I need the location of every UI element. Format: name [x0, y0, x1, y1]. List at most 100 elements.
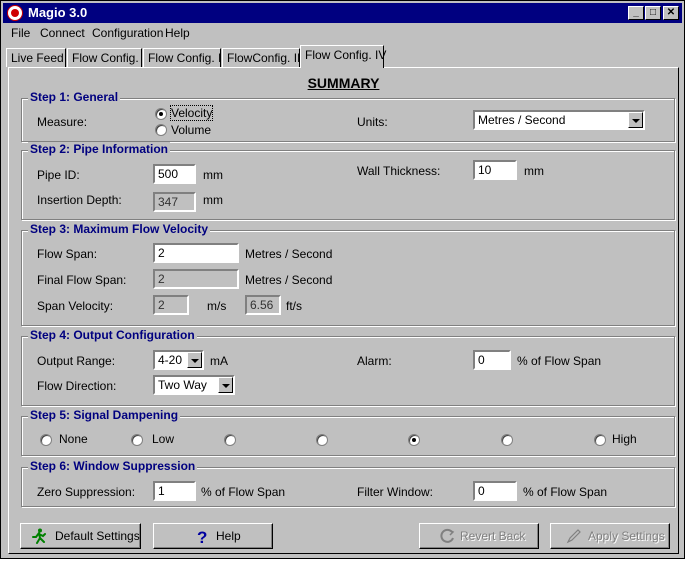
units-label: Units: — [357, 115, 388, 129]
flow-span-unit: Metres / Second — [245, 247, 333, 261]
help-label: Help — [216, 529, 241, 543]
final-flow-span-field: 2 — [153, 269, 239, 289]
dampening-radio-3[interactable] — [224, 434, 236, 446]
app-logo-icon[interactable] — [7, 5, 23, 21]
dampening-radio-2[interactable] — [131, 434, 143, 446]
units-value: Metres / Second — [478, 113, 566, 127]
tab-strip: Live Feed Flow Config. I Flow Config. II… — [6, 45, 679, 68]
minimize-button[interactable]: _ — [628, 6, 644, 20]
dampening-high-label: High — [612, 432, 637, 446]
svg-text:?: ? — [197, 528, 207, 544]
final-flow-span-unit: Metres / Second — [245, 273, 333, 287]
radio-volume-label[interactable]: Volume — [171, 123, 211, 137]
menu-help[interactable]: Help — [165, 26, 190, 40]
group-title: Step 1: General — [28, 90, 121, 104]
tab-flow-config-1[interactable]: Flow Config. I — [67, 48, 145, 67]
group-window-suppression: Step 6: Window Suppression Zero Suppress… — [21, 459, 675, 507]
revert-back-button[interactable]: Revert Back — [419, 523, 539, 549]
measure-label: Measure: — [37, 115, 88, 129]
wall-thickness-unit: mm — [524, 164, 544, 178]
dampening-radio-7[interactable] — [594, 434, 606, 446]
filter-window-unit: % of Flow Span — [523, 485, 608, 499]
question-mark-icon: ? — [197, 528, 207, 544]
group-title: Step 5: Signal Dampening — [28, 408, 181, 422]
radio-volume[interactable] — [155, 124, 167, 136]
span-velocity-fts-field: 6.56 — [245, 295, 281, 315]
radio-velocity[interactable] — [155, 108, 167, 120]
menu-bar: File Connect Configuration Help — [3, 24, 682, 42]
default-settings-label: Default Settings — [55, 529, 140, 543]
output-range-value: 4-20 — [158, 353, 183, 367]
pipe-id-unit: mm — [203, 168, 223, 182]
tab-flow-config-3[interactable]: FlowConfig. III — [222, 48, 304, 67]
dampening-radio-1[interactable] — [40, 434, 52, 446]
page-title: SUMMARY — [307, 75, 380, 91]
output-range-unit: mA — [210, 354, 228, 368]
maximize-button[interactable]: □ — [645, 6, 661, 20]
zero-suppression-unit: % of Flow Span — [201, 485, 286, 499]
zero-suppression-label: Zero Suppression: — [37, 485, 136, 499]
dampening-radio-4[interactable] — [316, 434, 328, 446]
wall-thickness-label: Wall Thickness: — [357, 164, 441, 178]
tab-flow-config-4[interactable]: Flow Config. IV — [300, 45, 386, 68]
span-velocity-ms-unit: m/s — [207, 299, 227, 313]
dampening-low-label: Low — [152, 432, 175, 446]
help-button[interactable]: ? Help — [153, 523, 273, 549]
insertion-depth-label: Insertion Depth: — [37, 193, 122, 207]
chevron-down-icon[interactable] — [628, 112, 643, 128]
insertion-depth-field: 347 — [153, 192, 196, 212]
group-title: Step 3: Maximum Flow Velocity — [28, 222, 211, 236]
pipe-id-field[interactable]: 500 — [153, 164, 196, 184]
apply-settings-label: Apply Settings — [588, 529, 665, 543]
default-settings-button[interactable]: Default Settings — [20, 523, 141, 549]
final-flow-span-label: Final Flow Span: — [37, 273, 127, 287]
alarm-unit: % of Flow Span — [517, 354, 602, 368]
menu-configuration[interactable]: Configuration — [92, 26, 163, 40]
app-window: Magio 3.0 _ □ ✕ File Connect Configurati… — [0, 0, 685, 559]
menu-file[interactable]: File — [11, 26, 30, 40]
flow-span-field[interactable]: 2 — [153, 243, 239, 263]
output-range-select[interactable]: 4-20 — [153, 350, 204, 370]
apply-settings-button[interactable]: Apply Settings — [550, 523, 670, 549]
dampening-radio-5[interactable] — [408, 434, 420, 446]
alarm-field[interactable]: 0 — [473, 350, 511, 370]
group-pipe-information: Step 2: Pipe Information Pipe ID: 500 mm… — [21, 142, 675, 220]
flow-span-label: Flow Span: — [37, 247, 98, 261]
group-title: Step 4: Output Configuration — [28, 328, 197, 342]
tab-flow-config-2[interactable]: Flow Config. II — [143, 48, 225, 67]
title-bar[interactable]: Magio 3.0 _ □ ✕ — [3, 3, 682, 23]
zero-suppression-field[interactable]: 1 — [153, 481, 196, 501]
radio-velocity-label[interactable]: Velocity — [169, 105, 214, 121]
output-range-label: Output Range: — [37, 354, 116, 368]
group-signal-dampening: Step 5: Signal Dampening None Low High — [21, 408, 675, 456]
tab-live-feed[interactable]: Live Feed — [6, 48, 66, 67]
window-title: Magio 3.0 — [28, 5, 88, 20]
close-button[interactable]: ✕ — [663, 6, 679, 20]
chevron-down-icon[interactable] — [187, 352, 202, 368]
group-general: Step 1: General Measure: Velocity Volume… — [21, 90, 675, 142]
dampening-none-label: None — [59, 432, 88, 446]
group-output-configuration: Step 4: Output Configuration Output Rang… — [21, 328, 675, 406]
group-max-flow-velocity: Step 3: Maximum Flow Velocity Flow Span:… — [21, 222, 675, 326]
insertion-depth-unit: mm — [203, 193, 223, 207]
flow-direction-label: Flow Direction: — [37, 379, 117, 393]
alarm-label: Alarm: — [357, 354, 392, 368]
group-title: Step 2: Pipe Information — [28, 142, 171, 156]
group-title: Step 6: Window Suppression — [28, 459, 198, 473]
dampening-radio-6[interactable] — [501, 434, 513, 446]
units-select[interactable]: Metres / Second — [473, 110, 645, 130]
flow-direction-value: Two Way — [158, 378, 207, 392]
span-velocity-fts-unit: ft/s — [286, 299, 303, 313]
chevron-down-icon[interactable] — [218, 377, 233, 393]
wall-thickness-field[interactable]: 10 — [473, 160, 517, 180]
filter-window-field[interactable]: 0 — [473, 481, 517, 501]
revert-back-label: Revert Back — [460, 529, 526, 543]
tab-panel: SUMMARY Step 1: General Measure: Velocit… — [8, 67, 679, 554]
pencil-icon — [566, 529, 581, 544]
flow-direction-select[interactable]: Two Way — [153, 375, 235, 395]
menu-connect[interactable]: Connect — [40, 26, 85, 40]
span-velocity-ms-field: 2 — [153, 295, 189, 315]
running-man-icon — [32, 528, 46, 544]
pipe-id-label: Pipe ID: — [37, 168, 80, 182]
revert-icon — [440, 528, 455, 543]
